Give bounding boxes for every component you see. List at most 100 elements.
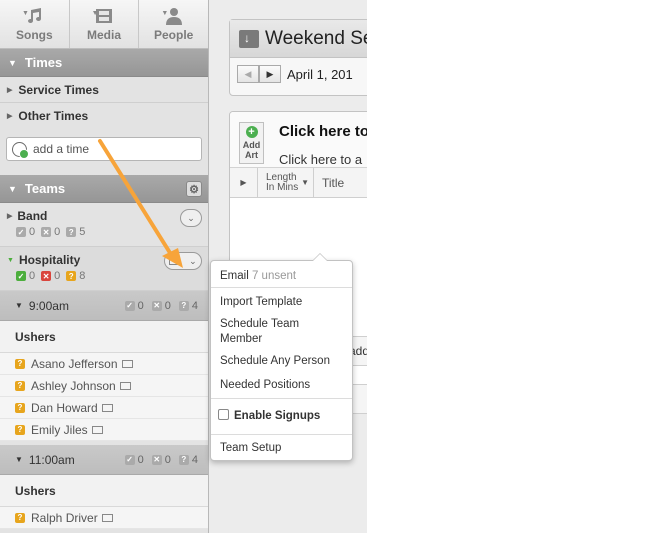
plan-title-prompt[interactable]: Click here to [279, 123, 367, 140]
plan-header-card: Weekend Se ◀ ▶ April 1, 201 [229, 19, 367, 96]
chevron-down-icon: ▼ [7, 256, 14, 264]
count-value: 0 [164, 453, 171, 466]
envelope-icon[interactable] [119, 381, 131, 390]
unconfirmed-count: ? 4 [178, 299, 198, 312]
menu-item-label: Enable Signups [234, 410, 321, 422]
times-header[interactable]: ▼ Times [0, 49, 208, 77]
menu-item-schedule-team-member[interactable]: Schedule Team Member [220, 317, 330, 347]
position-heading: Ushers [0, 475, 208, 507]
chevron-down-icon: ▼ [161, 10, 169, 17]
plan-items-header: + Add Art Click here to Click here to a [230, 112, 367, 168]
count-value: 0 [29, 226, 36, 238]
count-value: 0 [54, 226, 61, 238]
check-icon: ✓ [16, 227, 26, 237]
envelope-icon[interactable] [101, 513, 113, 522]
confirmed-count: ✓ 0 [16, 270, 35, 282]
person-name: Emily Jiles [31, 422, 88, 437]
person-name: Asano Jefferson [31, 356, 118, 371]
add-time-label: add a time [33, 142, 90, 156]
question-icon: ? [15, 358, 25, 369]
declined-count: ✕ 0 [41, 226, 60, 238]
time-slot-header[interactable]: ▼ 9:00am ✓ 0 ✕ 0 ? 4 [0, 291, 208, 321]
gear-icon[interactable]: ⚙ [186, 181, 202, 197]
date-navigator: ◀ ▶ April 1, 201 [230, 58, 367, 90]
position-heading: Ushers [0, 321, 208, 353]
sidebar: ▼ Songs ▼ Media ▼ People ▼ Times ▶ Servi… [0, 0, 209, 533]
count-value: 8 [79, 270, 86, 282]
menu-item-import-template[interactable]: Import Template [220, 295, 302, 310]
team-email-options-button[interactable]: ⌄ [164, 252, 202, 270]
add-clock-icon [12, 141, 29, 159]
question-icon: ? [178, 300, 189, 311]
count-value: 4 [191, 453, 198, 466]
tab-media[interactable]: ▼ Media [70, 0, 140, 48]
confirmed-count: ✓ 0 [16, 226, 35, 238]
menu-item-schedule-any-person[interactable]: Schedule Any Person [220, 354, 330, 369]
column-length[interactable]: Length In Mins ▼ [258, 168, 314, 197]
chevron-down-icon: ▼ [22, 10, 29, 17]
expand-all-icon[interactable]: ▶ [230, 168, 258, 197]
list-item[interactable]: ? Asano Jefferson [0, 353, 208, 375]
plan-title[interactable]: Weekend Se [265, 28, 367, 50]
envelope-icon[interactable] [101, 403, 113, 412]
chevron-right-icon: ▶ [7, 113, 13, 120]
add-art-label: Add Art [242, 140, 261, 160]
question-icon: ? [15, 512, 25, 523]
unsent-count: 7 unsent [251, 270, 297, 282]
menu-item-needed-positions[interactable]: Needed Positions [220, 378, 310, 393]
envelope-icon[interactable] [91, 425, 103, 434]
add-time-button[interactable]: add a time [6, 137, 202, 161]
column-title[interactable]: Title [314, 176, 344, 190]
question-icon: ? [66, 271, 77, 281]
checkbox[interactable] [218, 409, 229, 420]
chevron-down-icon: ▼ [91, 10, 99, 17]
menu-item-enable-signups[interactable]: Enable Signups [218, 409, 320, 424]
declined-count: ✕ 0 [151, 300, 171, 312]
x-icon: ✕ [41, 271, 52, 281]
chevron-down-icon: ▼ [15, 455, 23, 464]
time-slot-header[interactable]: ▼ 11:00am ✓ 0 ✕ 0 ? 4 [0, 445, 208, 475]
plan-subtitle-prompt[interactable]: Click here to a [279, 152, 362, 167]
menu-item-team-setup[interactable]: Team Setup [220, 441, 281, 456]
sidebar-item-service-times[interactable]: ▶ Service Times [0, 77, 208, 103]
menu-divider [211, 434, 352, 435]
list-item[interactable]: ? Emily Jiles [0, 419, 208, 441]
list-item[interactable]: ? Ashley Johnson [0, 375, 208, 397]
team-name-label: Band [17, 209, 48, 223]
unconfirmed-count: ? 4 [178, 453, 198, 466]
previous-button[interactable]: ◀ [237, 65, 259, 83]
person-name: Ralph Driver [31, 510, 98, 525]
declined-count: ✕ 0 [151, 453, 171, 466]
question-icon: ? [178, 454, 189, 465]
list-item[interactable]: ? Ralph Driver [0, 507, 208, 529]
table-header: ▶ Length In Mins ▼ Title [230, 168, 367, 198]
confirmed-count: ✓ 0 [124, 454, 144, 466]
count-value: 0 [54, 270, 61, 282]
list-item[interactable]: ? Dan Howard [0, 397, 208, 419]
person-name: Ashley Johnson [31, 378, 116, 393]
declined-count: ✕ 0 [41, 270, 60, 282]
envelope-icon[interactable] [121, 359, 133, 368]
tab-songs[interactable]: ▼ Songs [0, 0, 70, 48]
team-options-button[interactable]: ⌄ [180, 209, 202, 227]
menu-item-email[interactable]: Email 7 unsent [220, 269, 296, 284]
next-button[interactable]: ▶ [259, 65, 281, 83]
count-value: 4 [191, 299, 198, 312]
team-name: ▶ Band [7, 209, 208, 223]
tab-label: Media [87, 28, 122, 42]
tab-label: Songs [16, 28, 53, 42]
tab-people[interactable]: ▼ People [139, 0, 208, 48]
check-icon: ✓ [124, 454, 135, 465]
time-slot-label: 9:00am [28, 298, 69, 313]
sidebar-item-other-times[interactable]: ▶ Other Times [0, 103, 208, 129]
music-note-icon [0, 6, 69, 26]
x-icon: ✕ [151, 300, 162, 311]
teams-header[interactable]: ▼ Teams ⚙ [0, 175, 208, 203]
plan-title-bar: Weekend Se [230, 20, 367, 58]
time-slot-counts: ✓ 0 ✕ 0 ? 4 [117, 454, 198, 466]
team-band[interactable]: ▶ Band ✓ 0 ✕ 0 ? 5 ⌄ [0, 203, 208, 247]
menu-divider [211, 398, 352, 399]
team-hospitality[interactable]: ▼ Hospitality ✓ 0 ✕ 0 ? 8 ⌄ [0, 247, 208, 291]
add-art-button[interactable]: + Add Art [239, 122, 264, 164]
confirmed-count: ✓ 0 [124, 300, 144, 312]
